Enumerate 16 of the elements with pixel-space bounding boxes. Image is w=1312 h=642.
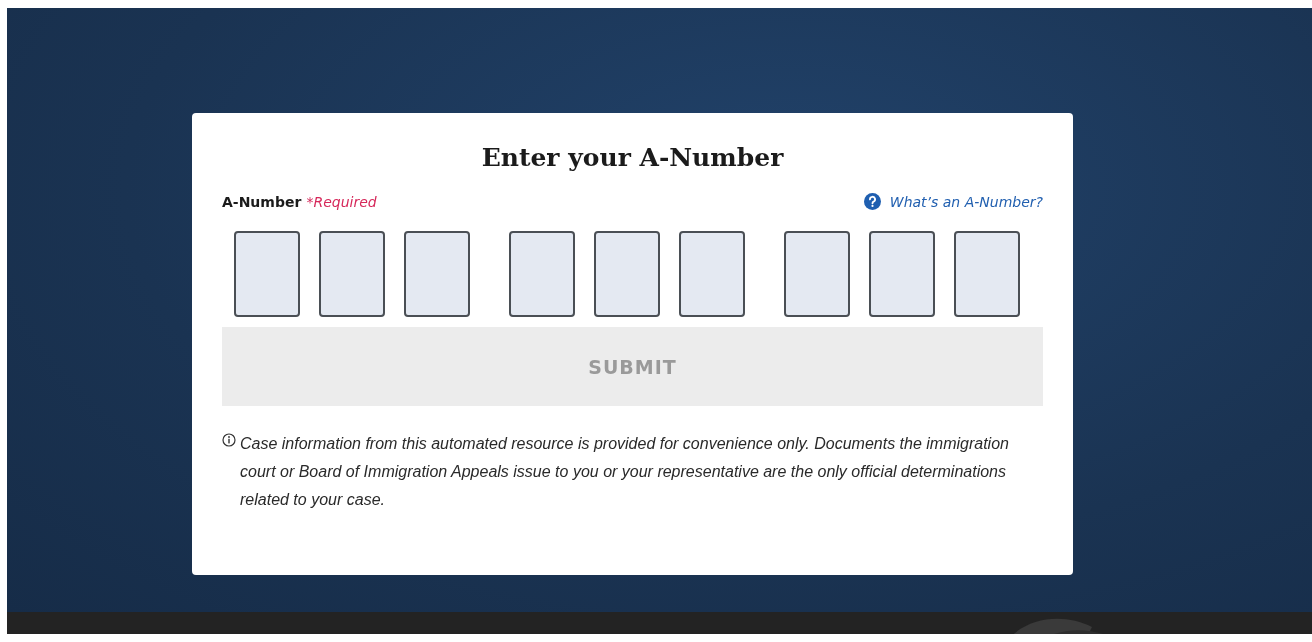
digit-input[interactable] — [508, 231, 575, 317]
digit-input[interactable] — [678, 231, 745, 317]
digit-input[interactable] — [783, 231, 850, 317]
help-icon — [863, 193, 881, 210]
field-label: A-Number — [222, 194, 302, 210]
digit-input[interactable] — [233, 231, 300, 317]
digit-input[interactable] — [593, 231, 660, 317]
disclaimer-text: Case information from this automated resource is provided for convenience only. Documents the immigration court or Board of Immigration Appeals issue to you or your representative are the only official determinations related to your case. — [240, 434, 1010, 510]
card-title: Enter your A-Number — [480, 143, 785, 172]
digit-input[interactable] — [953, 231, 1020, 317]
info-icon — [222, 433, 236, 447]
digit-input[interactable] — [318, 231, 385, 317]
digit-input[interactable] — [868, 231, 935, 317]
help-link[interactable]: What’s an A-Number? — [889, 193, 1043, 210]
digit-input[interactable] — [403, 231, 470, 317]
required-note: *Required — [306, 194, 377, 210]
